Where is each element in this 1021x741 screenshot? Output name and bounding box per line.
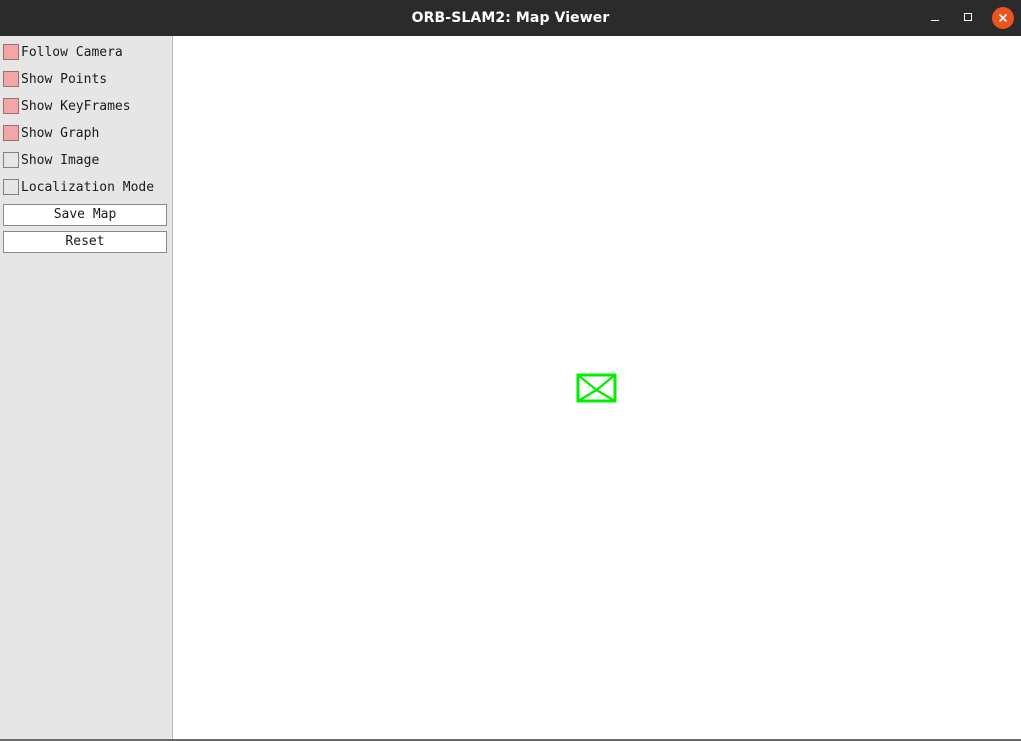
show-keyframes-label: Show KeyFrames <box>21 99 131 114</box>
show-image-label: Show Image <box>21 153 100 168</box>
localization-mode-label: Localization Mode <box>21 180 155 195</box>
show-image-toggle[interactable]: Show Image <box>3 152 169 170</box>
show-points-label: Show Points <box>21 72 108 87</box>
close-icon[interactable] <box>992 7 1014 29</box>
save-map-button[interactable]: Save Map <box>3 204 167 226</box>
show-image-checkbox[interactable] <box>3 152 19 168</box>
localization-mode-toggle[interactable]: Localization Mode <box>3 179 169 197</box>
show-points-toggle[interactable]: Show Points <box>3 71 169 89</box>
follow-camera-toggle[interactable]: Follow Camera <box>3 44 169 62</box>
show-keyframes-toggle[interactable]: Show KeyFrames <box>3 98 169 116</box>
show-points-checkbox[interactable] <box>3 71 19 87</box>
camera-frustum-icon <box>576 373 617 403</box>
title-bar[interactable]: ORB-SLAM2: Map Viewer <box>0 0 1021 36</box>
localization-mode-checkbox[interactable] <box>3 179 19 195</box>
follow-camera-label: Follow Camera <box>21 45 123 60</box>
show-graph-checkbox[interactable] <box>3 125 19 141</box>
control-panel: Follow Camera Show Points Show KeyFrames… <box>0 36 173 741</box>
map-viewer-window: ORB-SLAM2: Map Viewer Follow Camera Show… <box>0 0 1021 741</box>
show-graph-toggle[interactable]: Show Graph <box>3 125 169 143</box>
minimize-icon[interactable] <box>925 8 945 28</box>
window-title: ORB-SLAM2: Map Viewer <box>411 10 610 26</box>
follow-camera-checkbox[interactable] <box>3 44 19 60</box>
reset-button[interactable]: Reset <box>3 231 167 253</box>
maximize-icon[interactable] <box>959 8 979 28</box>
show-graph-label: Show Graph <box>21 126 100 141</box>
map-viewport[interactable] <box>173 36 1021 739</box>
show-keyframes-checkbox[interactable] <box>3 98 19 114</box>
